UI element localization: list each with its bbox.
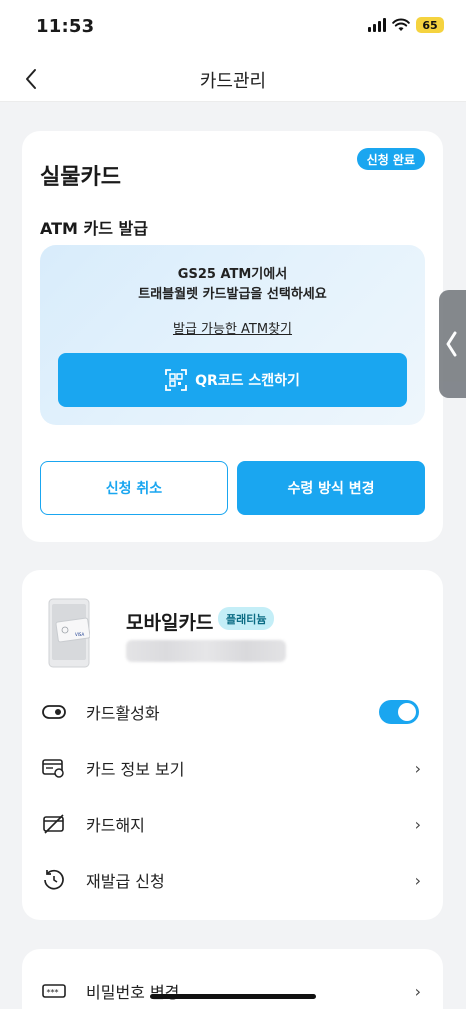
atm-instruction-line1: GS25 ATM기에서 bbox=[177, 267, 288, 282]
svg-text:VISA: VISA bbox=[75, 632, 85, 637]
chevron-right-icon: › bbox=[414, 870, 421, 890]
password-icon: *** bbox=[42, 979, 66, 1003]
nav-bar: 카드관리 bbox=[0, 56, 466, 102]
qr-scan-button[interactable]: QR코드 스캔하기 bbox=[58, 353, 407, 407]
mobile-card-section: VISA 모바일카드 플래티늄 카드활성화 카드 정보 보기 › 카드해지 › … bbox=[22, 570, 443, 920]
chevron-right-icon: › bbox=[414, 758, 421, 778]
atm-section-title: ATM 카드 발급 bbox=[40, 219, 148, 238]
status-icons: 65 bbox=[368, 17, 444, 33]
atm-info-box: GS25 ATM기에서 트래블월렛 카드발급을 선택하세요 발급 가능한 ATM… bbox=[40, 245, 425, 425]
physical-card-title: 실물카드 bbox=[40, 165, 121, 190]
physical-card-section: 실물카드 신청 완료 ATM 카드 발급 GS25 ATM기에서 트래블월렛 카… bbox=[22, 131, 443, 542]
masked-card-number bbox=[126, 640, 286, 662]
atm-instruction-line2: 트래블월렛 카드발급을 선택하세요 bbox=[138, 287, 327, 302]
find-atm-link[interactable]: 발급 가능한 ATM찾기 bbox=[40, 318, 425, 337]
change-delivery-button[interactable]: 수령 방식 변경 bbox=[237, 461, 425, 515]
menu-item-password[interactable]: *** 비밀번호 변경 › bbox=[22, 963, 443, 1009]
signal-icon bbox=[368, 18, 386, 32]
reissue-icon bbox=[42, 868, 66, 892]
page-title: 카드관리 bbox=[199, 71, 267, 92]
phone-card-image: VISA bbox=[48, 598, 90, 668]
card-info-icon bbox=[42, 756, 66, 780]
menu-item-terminate[interactable]: 카드해지 › bbox=[22, 796, 443, 852]
status-bar: 11:53 65 bbox=[0, 0, 466, 56]
mobile-card-title: 모바일카드 bbox=[126, 612, 214, 634]
home-indicator bbox=[150, 994, 316, 999]
svg-text:***: *** bbox=[47, 988, 59, 997]
qr-scan-icon bbox=[165, 369, 187, 391]
menu-item-activate[interactable]: 카드활성화 bbox=[22, 684, 443, 740]
menu-label-reissue: 재발급 신청 bbox=[86, 872, 165, 891]
chevron-right-icon: › bbox=[414, 981, 421, 1001]
side-drawer-handle[interactable] bbox=[439, 290, 466, 398]
chevron-right-icon: › bbox=[414, 814, 421, 834]
wifi-icon bbox=[392, 18, 410, 31]
menu-item-card-info[interactable]: 카드 정보 보기 › bbox=[22, 740, 443, 796]
menu-label-password: 비밀번호 변경 bbox=[86, 983, 180, 1002]
chevron-left-icon bbox=[446, 331, 457, 357]
cancel-application-button[interactable]: 신청 취소 bbox=[40, 461, 228, 515]
menu-label-activate: 카드활성화 bbox=[86, 704, 160, 723]
card-activation-switch[interactable] bbox=[379, 700, 419, 724]
password-section: *** 비밀번호 변경 › bbox=[22, 949, 443, 1009]
card-cancel-icon bbox=[42, 812, 66, 836]
qr-scan-label: QR코드 스캔하기 bbox=[195, 373, 300, 389]
menu-label-card-info: 카드 정보 보기 bbox=[86, 760, 185, 779]
tier-badge: 플래티늄 bbox=[218, 607, 275, 630]
battery-icon: 65 bbox=[416, 17, 444, 33]
toggle-icon bbox=[42, 700, 66, 724]
menu-label-terminate: 카드해지 bbox=[86, 816, 145, 835]
status-badge: 신청 완료 bbox=[356, 148, 425, 170]
status-time: 11:53 bbox=[36, 16, 95, 37]
action-buttons: 신청 취소 수령 방식 변경 bbox=[40, 461, 425, 515]
menu-item-reissue[interactable]: 재발급 신청 › bbox=[22, 852, 443, 908]
